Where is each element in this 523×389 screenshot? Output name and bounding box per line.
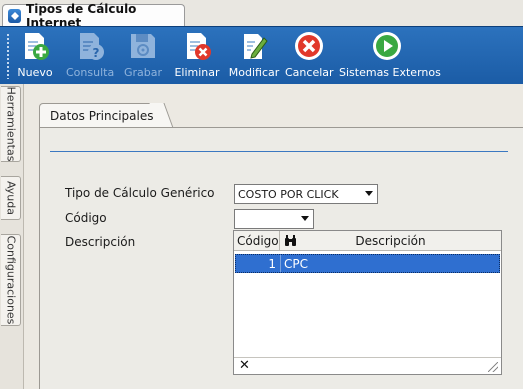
play-icon — [373, 32, 401, 60]
codigo-lookup-grid[interactable]: Código Descripción 1 CPC ✕ — [233, 230, 502, 375]
edit-document-icon — [244, 34, 268, 59]
side-tab-herramientas[interactable]: Herramientas — [1, 86, 21, 162]
tipo-calculo-value: COSTO POR CLICK — [238, 188, 339, 201]
new-document-icon — [25, 33, 49, 60]
external-systems-button-label: Sistemas Externos — [339, 66, 441, 79]
query-button[interactable]: ? Consulta — [66, 29, 114, 81]
cancel-icon — [295, 32, 323, 60]
save-disk-icon — [131, 34, 155, 58]
side-tab-configuraciones-label: Configuraciones — [4, 235, 17, 325]
column-header-codigo[interactable]: Código — [234, 231, 280, 250]
query-document-icon: ? — [80, 33, 104, 60]
external-systems-button[interactable]: Sistemas Externos — [339, 29, 441, 81]
toolbar: Nuevo ? Consulta Grabar Eliminar Modific… — [0, 26, 523, 84]
close-icon[interactable]: ✕ — [239, 358, 250, 373]
resize-grip-icon[interactable] — [488, 362, 498, 372]
grid-footer: ✕ — [234, 357, 501, 374]
table-row[interactable]: 1 CPC — [235, 254, 500, 273]
binoculars-icon[interactable] — [284, 234, 297, 247]
tipo-calculo-select[interactable]: COSTO POR CLICK — [234, 184, 378, 204]
section-divider — [50, 151, 508, 152]
main-panel: Datos Principales Tipo de Cálculo Genéri… — [24, 84, 523, 389]
side-tab-herramientas-label: Herramientas — [4, 86, 17, 162]
cancel-button-label: Cancelar — [285, 66, 334, 79]
tipo-calculo-label: Tipo de Cálculo Genérico — [65, 186, 215, 200]
query-button-label: Consulta — [66, 66, 115, 79]
modify-button[interactable]: Modificar — [228, 29, 280, 81]
new-button[interactable]: Nuevo — [14, 29, 56, 81]
new-button-label: Nuevo — [17, 66, 53, 79]
save-button-label: Grabar — [123, 66, 163, 79]
descripcion-label: Descripción — [65, 235, 136, 249]
codigo-select[interactable] — [234, 209, 314, 229]
window-tab[interactable]: Tipos de Cálculo Internet — [2, 2, 185, 30]
side-tab-configuraciones[interactable]: Configuraciones — [1, 234, 21, 326]
modify-button-label: Modificar — [228, 66, 280, 79]
cancel-button[interactable]: Cancelar — [285, 29, 334, 81]
grid-header: Código Descripción — [234, 231, 501, 251]
toolbar-grip[interactable] — [6, 33, 10, 79]
row-descripcion-cell: CPC — [284, 257, 308, 271]
tab-datos-principales[interactable]: Datos Principales — [39, 103, 162, 128]
delete-document-icon — [187, 33, 211, 60]
side-tab-ayuda-label: Ayuda — [4, 181, 17, 215]
save-button[interactable]: Grabar — [122, 29, 164, 81]
side-tabs: Herramientas Ayuda Configuraciones — [0, 84, 24, 389]
chevron-down-icon[interactable] — [301, 216, 309, 221]
delete-button-label: Eliminar — [174, 66, 220, 79]
app-icon — [8, 8, 22, 23]
column-header-descripcion-cell[interactable]: Descripción — [280, 231, 501, 250]
side-tab-ayuda[interactable]: Ayuda — [1, 176, 21, 220]
row-codigo-cell: 1 — [236, 255, 281, 272]
delete-button[interactable]: Eliminar — [174, 29, 220, 81]
svg-text:?: ? — [93, 46, 100, 60]
codigo-label: Código — [65, 211, 107, 225]
column-header-descripcion: Descripción — [355, 234, 426, 248]
chevron-down-icon[interactable] — [365, 191, 373, 196]
